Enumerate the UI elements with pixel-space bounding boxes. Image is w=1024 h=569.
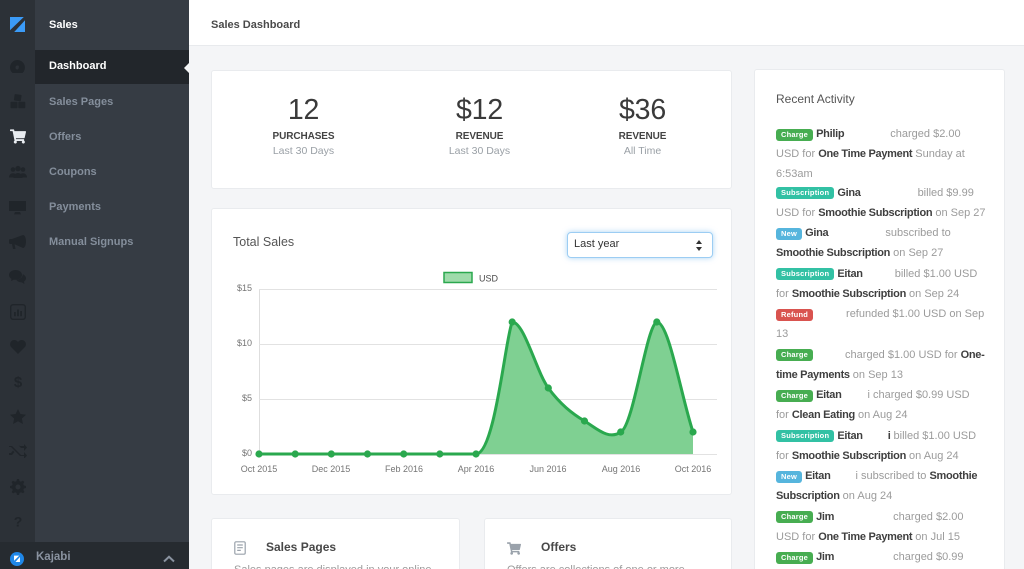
svg-text:Oct 2015: Oct 2015 [241, 464, 278, 474]
svg-text:$10: $10 [237, 338, 252, 348]
svg-text:Oct 2016: Oct 2016 [675, 464, 712, 474]
svg-text:$0: $0 [242, 448, 252, 458]
svg-text:Apr 2016: Apr 2016 [458, 464, 495, 474]
svg-text:Dec 2015: Dec 2015 [312, 464, 351, 474]
svg-text:USD: USD [479, 274, 499, 284]
svg-text:Feb 2016: Feb 2016 [385, 464, 423, 474]
svg-text:Aug 2016: Aug 2016 [602, 464, 641, 474]
svg-text:$15: $15 [237, 283, 252, 293]
svg-text:$5: $5 [242, 393, 252, 403]
svg-text:Jun 2016: Jun 2016 [529, 464, 566, 474]
svg-text:?: ? [13, 514, 22, 530]
svg-text:$: $ [13, 374, 22, 390]
